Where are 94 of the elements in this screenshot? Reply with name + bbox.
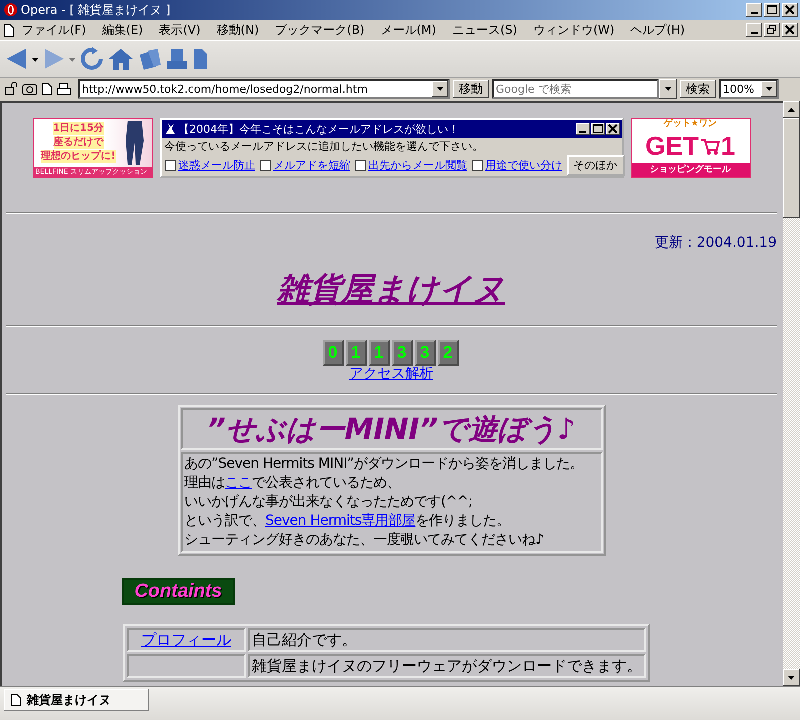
browser-logo-icon (4, 3, 18, 17)
ad-text: 理想のヒップに! (41, 150, 116, 163)
restore-icon (767, 25, 777, 35)
menu-item[interactable]: メール(M) (380, 22, 436, 38)
notice-text: いいかげんな事が出来なくなったためです(^^; (184, 493, 474, 512)
site-title: 雑貨屋まけイヌ (278, 269, 506, 309)
close-icon (785, 5, 795, 15)
counter-digit: 2 (438, 340, 458, 366)
text-link[interactable]: Seven Hermits専用部屋 (266, 513, 416, 529)
contents-banner: Containts (122, 578, 235, 605)
minimize-button[interactable] (746, 23, 762, 37)
popup-title: 【2004年】今年こそはこんなメールアドレスが欲しい！ (178, 122, 460, 136)
search-button[interactable]: 検索 (680, 80, 716, 98)
camera-icon[interactable] (22, 82, 38, 96)
lock-icon[interactable] (5, 82, 19, 96)
option-link[interactable]: 用途で使い分け (486, 158, 562, 173)
maximize-icon (767, 5, 777, 15)
close-button[interactable] (782, 3, 798, 17)
ad-banner[interactable]: ゲット★ワン GET 1 ショッピングモール (630, 118, 750, 178)
counter-digit: 3 (392, 340, 412, 366)
menu-item[interactable]: 移動(N) (216, 22, 260, 38)
notice-heading: ”せぶはーMINI”で遊ぼう♪ (180, 408, 602, 450)
reload-icon[interactable] (80, 47, 104, 71)
counter-digit: 3 (414, 340, 436, 366)
ad-text: 1日に15分 (53, 122, 104, 135)
notice-text: という訳で、Seven Hermits専用部屋を作りました。 (184, 512, 512, 531)
menu-item[interactable]: ウィンドウ(W) (533, 22, 615, 38)
checkbox[interactable] (260, 160, 270, 171)
update-date: 更新：2004.01.19 (654, 234, 777, 252)
maximize-icon (592, 124, 602, 134)
scroll-up-button[interactable] (783, 101, 800, 118)
restore-button[interactable] (764, 23, 780, 37)
close-button[interactable] (606, 123, 620, 135)
minimize-icon (579, 131, 586, 133)
option-link[interactable]: 出先からメール閲覧 (368, 158, 468, 173)
ad-caption: ショッピングモール (632, 163, 750, 177)
zoom-field[interactable]: 100% (719, 79, 779, 99)
notice-text: シューティング好きのあなた、一度覗いてみてくださいね♪ (184, 531, 545, 550)
menu-item[interactable]: 表示(V) (159, 22, 201, 38)
scrollbar-thumb[interactable] (783, 118, 800, 218)
table-cell: 自己紹介です。 (248, 628, 646, 652)
option-link[interactable]: 迷惑メール防止 (178, 158, 256, 173)
checkbox[interactable] (472, 160, 482, 171)
counter-digit: 1 (368, 340, 390, 366)
home-icon[interactable] (108, 47, 134, 71)
go-button[interactable]: 移動 (453, 80, 489, 98)
down-arrow-icon (788, 676, 795, 680)
notice-text: あの”Seven Hermits MINI”がダウンロードから姿を消しました。 (184, 455, 584, 474)
close-icon (608, 124, 618, 134)
checkbox[interactable] (354, 160, 366, 171)
minimize-icon (750, 32, 758, 34)
bookmarks-icon[interactable] (138, 47, 162, 71)
notice-text: 理由はここで公表されているため、 (184, 474, 402, 493)
access-analysis-link[interactable]: アクセス解析 (350, 366, 434, 383)
menu-item[interactable]: 編集(E) (102, 22, 144, 38)
option-link[interactable]: メルアドを短縮 (274, 158, 350, 173)
close-icon (785, 25, 795, 35)
ad-tagline: ゲット★ワン (664, 119, 718, 130)
menu-item[interactable]: ファイル(F) (22, 22, 86, 38)
maximize-button[interactable] (590, 123, 604, 135)
checkbox[interactable] (164, 160, 176, 171)
dropdown-button[interactable] (659, 79, 677, 99)
dropdown-arrow-icon (436, 87, 444, 91)
document-icon[interactable] (41, 82, 53, 96)
table-link[interactable]: プロフィール (142, 631, 232, 649)
ad-logo-text: 1 (720, 131, 736, 161)
text-link[interactable]: ここ (225, 475, 252, 491)
document-icon (11, 694, 21, 706)
close-button[interactable] (782, 23, 798, 37)
minimize-button[interactable] (746, 3, 762, 17)
search-field[interactable]: Google で検索 (492, 79, 659, 99)
popup-prompt: 今使っているメールアドレスに追加したい機能を選んで下さい。 (164, 139, 484, 155)
scroll-down-button[interactable] (783, 669, 800, 686)
cart-icon (700, 137, 720, 155)
minimize-button[interactable] (576, 123, 590, 135)
menu-item[interactable]: ヘルプ(H) (630, 22, 686, 38)
ad-text: 座るだけで (54, 136, 104, 149)
counter-digit: 1 (346, 340, 366, 366)
counter-digit: 0 (322, 340, 344, 366)
maximize-button[interactable] (764, 3, 780, 17)
menu-item[interactable]: ニュース(S) (452, 22, 518, 38)
ad-logo-text: GET (646, 131, 699, 161)
document-icon (4, 24, 14, 36)
menu-item[interactable]: ブックマーク(B) (275, 22, 365, 38)
print-icon[interactable] (56, 82, 72, 96)
table-cell: 雑貨屋まけイヌのフリーウェアがダウンロードできます。 (248, 654, 646, 678)
other-button[interactable]: そのほか (566, 155, 624, 176)
dropdown-arrow-icon (766, 87, 772, 91)
minimize-icon (750, 12, 758, 14)
window-title: Opera - [ 雑貨屋まけイヌ ] (21, 2, 172, 18)
up-arrow-icon (788, 108, 795, 112)
page-tab[interactable]: 雑貨屋まけイヌ (4, 689, 149, 711)
address-field[interactable]: http://www50.tok2.com/home/losedog2/normal.htm (78, 79, 450, 99)
dropdown-arrow-icon (664, 87, 672, 91)
